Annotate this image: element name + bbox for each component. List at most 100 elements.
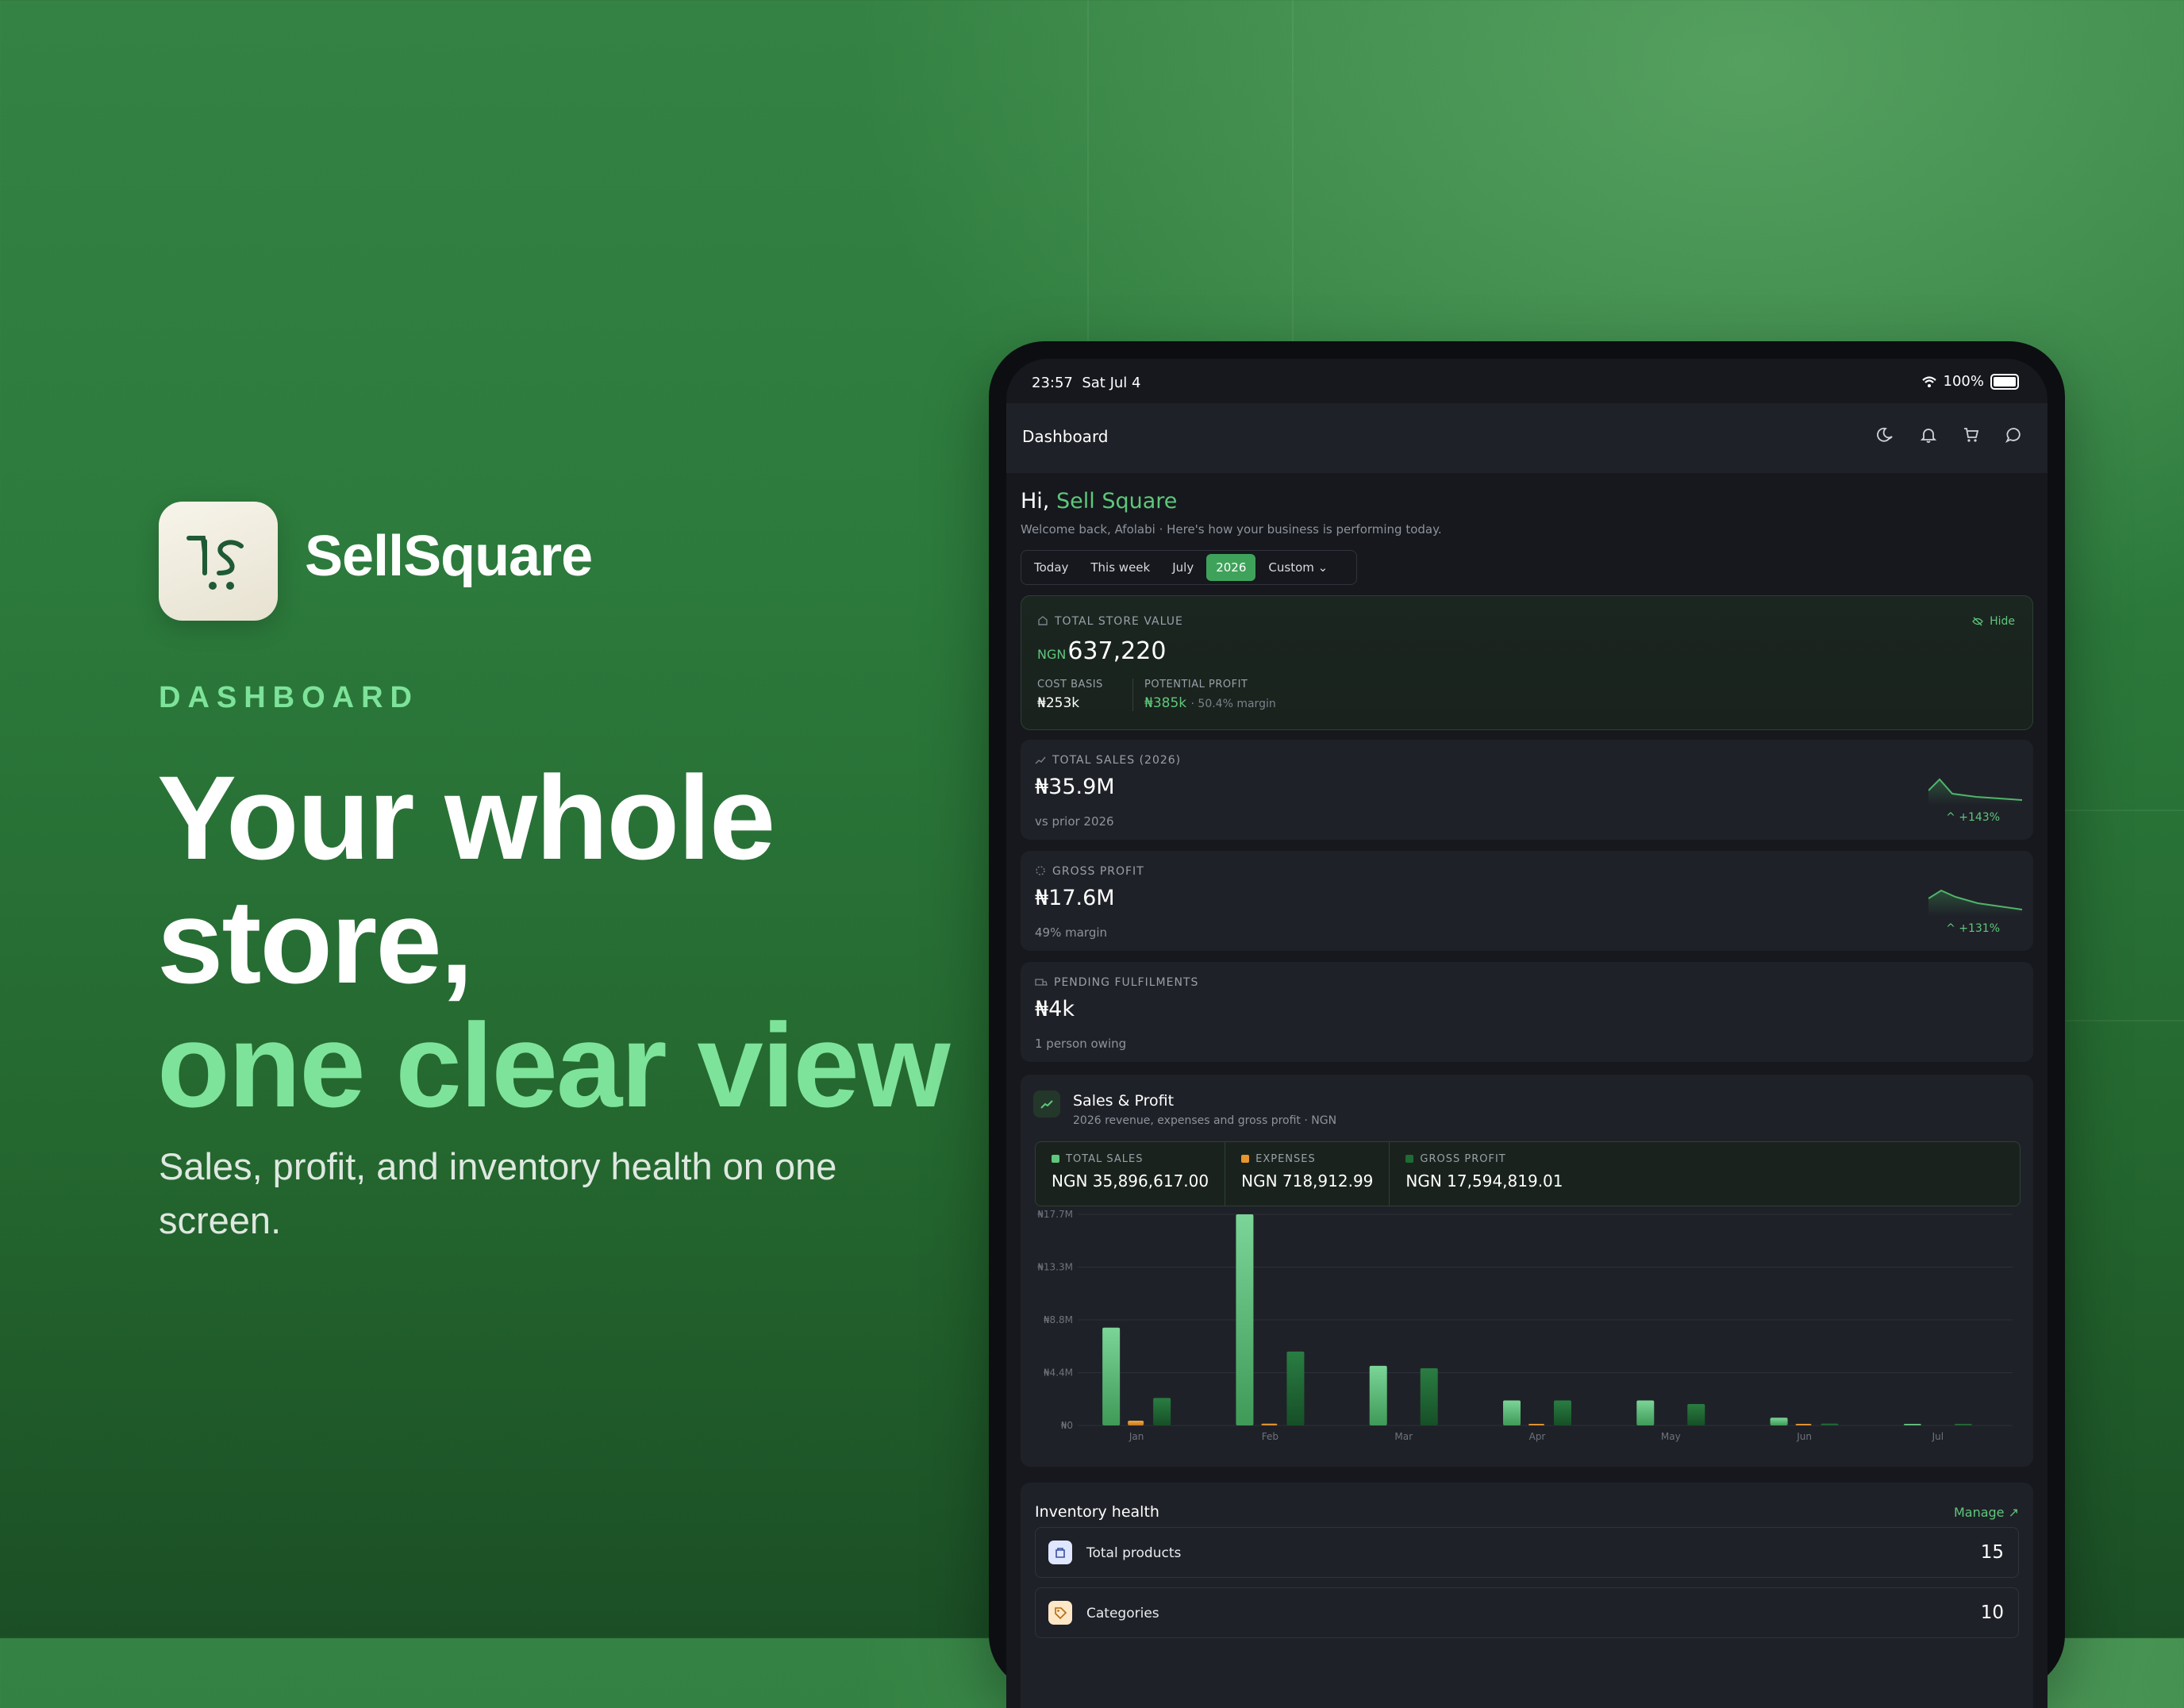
cart-logo-icon <box>186 536 244 590</box>
chart-card-icon <box>1033 1091 1060 1118</box>
bar-expenses-jun[interactable] <box>1795 1424 1812 1425</box>
bar-total-sales-mar[interactable] <box>1369 1365 1387 1425</box>
store-icon <box>1038 616 1048 625</box>
bar-gross-profit-feb[interactable] <box>1286 1351 1305 1425</box>
bar-gross-profit-apr[interactable] <box>1554 1400 1571 1425</box>
chat-bubble-icon <box>2005 428 2021 444</box>
metric-note: 49% margin <box>1035 925 1108 940</box>
cost-basis-label: COST BASIS <box>1037 679 1103 691</box>
manage-link[interactable]: Manage ↗ <box>1954 1505 2019 1520</box>
sparkline <box>1928 889 2022 916</box>
x-tick-label: Jul <box>1932 1431 1944 1442</box>
legend-expenses: EXPENSES NGN 718,912.99 <box>1225 1142 1390 1206</box>
legend-name: TOTAL SALES <box>1066 1153 1144 1165</box>
period-2026[interactable]: 2026 <box>1206 554 1256 581</box>
bar-total-sales-jul[interactable] <box>1903 1424 1921 1425</box>
trend-up-icon <box>1040 1100 1053 1109</box>
hide-value-button[interactable]: Hide <box>1972 615 2015 628</box>
inventory-health-card: Inventory health Manage ↗ Total products… <box>1021 1483 2033 1708</box>
hero-subcopy: Sales, profit, and inventory health on o… <box>159 1145 837 1241</box>
tag-icon <box>1048 1601 1072 1625</box>
appbar-actions <box>1876 425 2024 444</box>
legend-swatch <box>1241 1155 1250 1163</box>
metric-value: ₦35.9M <box>1035 775 1115 799</box>
greeting-hi: Hi, <box>1021 489 1050 514</box>
bar-gross-profit-may[interactable] <box>1687 1403 1705 1425</box>
potential-profit-label: POTENTIAL PROFIT <box>1144 679 1248 691</box>
period-custom[interactable]: Custom ⌄ <box>1259 554 1337 581</box>
eye-off-icon <box>1972 617 1983 626</box>
metric-label-text: PENDING FULFILMENTS <box>1054 976 1199 989</box>
hide-label: Hide <box>1990 615 2015 628</box>
y-tick-label: ₦17.7M <box>1037 1209 1073 1220</box>
bar-expenses-feb[interactable] <box>1261 1423 1278 1425</box>
status-time: 23:57 Sat Jul 4 <box>1032 375 1140 391</box>
metric-label: TOTAL SALES (2026) <box>1035 754 1181 767</box>
period-selector: Today This week July 2026 Custom ⌄ <box>1021 550 1357 585</box>
bar-total-sales-apr[interactable] <box>1503 1400 1521 1425</box>
greeting: Hi, Sell Square <box>1021 489 1177 514</box>
trend-up-icon <box>1035 756 1046 764</box>
bar-total-sales-feb[interactable] <box>1236 1214 1254 1425</box>
metric-card-total-sales[interactable]: TOTAL SALES (2026) ₦35.9M vs prior 2026 … <box>1021 740 2033 840</box>
period-today[interactable]: Today <box>1025 554 1078 581</box>
x-tick-label: Jan <box>1129 1431 1144 1442</box>
bar-total-sales-jan[interactable] <box>1102 1327 1121 1425</box>
hero-headline: Your whole store, one clear view <box>157 756 1014 1127</box>
bar-gross-profit-mar[interactable] <box>1420 1368 1438 1425</box>
cart-icon <box>1964 428 1979 442</box>
greeting-name: Sell Square <box>1055 489 1178 514</box>
y-tick-label: ₦0 <box>1061 1420 1073 1431</box>
x-tick-label: Apr <box>1529 1431 1546 1442</box>
cart-button[interactable] <box>1962 425 1981 444</box>
legend-value: NGN 17,594,819.01 <box>1405 1171 1563 1191</box>
bar-expenses-jan[interactable] <box>1128 1420 1144 1425</box>
store-value-amount: NGN637,220 <box>1037 637 1166 665</box>
metric-card-gross-profit[interactable]: GROSS PROFIT ₦17.6M 49% margin ^ +131% <box>1021 851 2033 951</box>
notifications-button[interactable] <box>1919 425 1938 444</box>
app-logo <box>159 502 278 621</box>
y-tick-label: ₦8.8M <box>1044 1314 1073 1325</box>
sparkline <box>1928 778 2022 805</box>
bar-gross-profit-jul[interactable] <box>1954 1424 1972 1425</box>
wifi-icon <box>1921 375 1936 387</box>
metric-card-pending-fulfilments[interactable]: PENDING FULFILMENTS ₦4k 1 person owing <box>1021 962 2033 1062</box>
period-july[interactable]: July <box>1163 554 1203 581</box>
headline-line-2: store, <box>157 875 473 1008</box>
bar-total-sales-jun[interactable] <box>1770 1418 1788 1425</box>
legend-gross-profit: GROSS PROFIT NGN 17,594,819.01 <box>1390 1142 1578 1206</box>
chart-title: Sales & Profit <box>1073 1092 1175 1110</box>
legend-total-sales: TOTAL SALES NGN 35,896,617.00 <box>1036 1142 1226 1206</box>
headline-line-3: one clear view <box>157 998 951 1132</box>
battery-percent: 100% <box>1943 373 1984 390</box>
legend-value: NGN 718,912.99 <box>1241 1171 1374 1191</box>
tablet-screen: 23:57 Sat Jul 4 100% Dashboard Hi, Sell … <box>1006 359 2048 1708</box>
inventory-row-categories[interactable]: Categories 10 <box>1035 1587 2019 1638</box>
bar-expenses-apr[interactable] <box>1528 1424 1544 1425</box>
bar-gross-profit-jan[interactable] <box>1153 1398 1171 1425</box>
legend-value: NGN 35,896,617.00 <box>1052 1171 1209 1191</box>
bar-gross-profit-jun[interactable] <box>1821 1423 1839 1425</box>
store-value-currency: NGN <box>1037 647 1067 662</box>
inventory-row-label: Categories <box>1086 1606 1159 1621</box>
potential-profit: POTENTIAL PROFIT ₦385k · 50.4% margin <box>1132 679 1276 711</box>
sparkle-icon <box>1036 866 1045 875</box>
chart-subtitle: 2026 revenue, expenses and gross profit … <box>1073 1114 1337 1127</box>
y-tick-label: ₦4.4M <box>1044 1368 1073 1379</box>
cost-basis: COST BASIS ₦253k <box>1037 679 1103 711</box>
theme-toggle-button[interactable] <box>1876 425 1895 444</box>
page-title: Dashboard <box>1022 427 1109 446</box>
inventory-title: Inventory health <box>1035 1503 1159 1521</box>
tablet-frame: 23:57 Sat Jul 4 100% Dashboard Hi, Sell … <box>989 341 2065 1708</box>
potential-profit-value: ₦385k · 50.4% margin <box>1144 695 1276 711</box>
legend-name: GROSS PROFIT <box>1420 1153 1506 1165</box>
battery-icon <box>1990 373 2019 390</box>
messages-button[interactable] <box>2005 425 2024 444</box>
period-this-week[interactable]: This week <box>1081 554 1159 581</box>
store-value-card: TOTAL STORE VALUE Hide NGN637,220 COST B… <box>1021 595 2033 730</box>
metric-note: 1 person owing <box>1035 1037 1127 1051</box>
x-tick-label: Mar <box>1394 1431 1413 1442</box>
bar-total-sales-may[interactable] <box>1636 1400 1655 1425</box>
metric-delta: ^ +143% <box>1946 811 2000 824</box>
inventory-row-total-products[interactable]: Total products 15 <box>1035 1527 2019 1578</box>
